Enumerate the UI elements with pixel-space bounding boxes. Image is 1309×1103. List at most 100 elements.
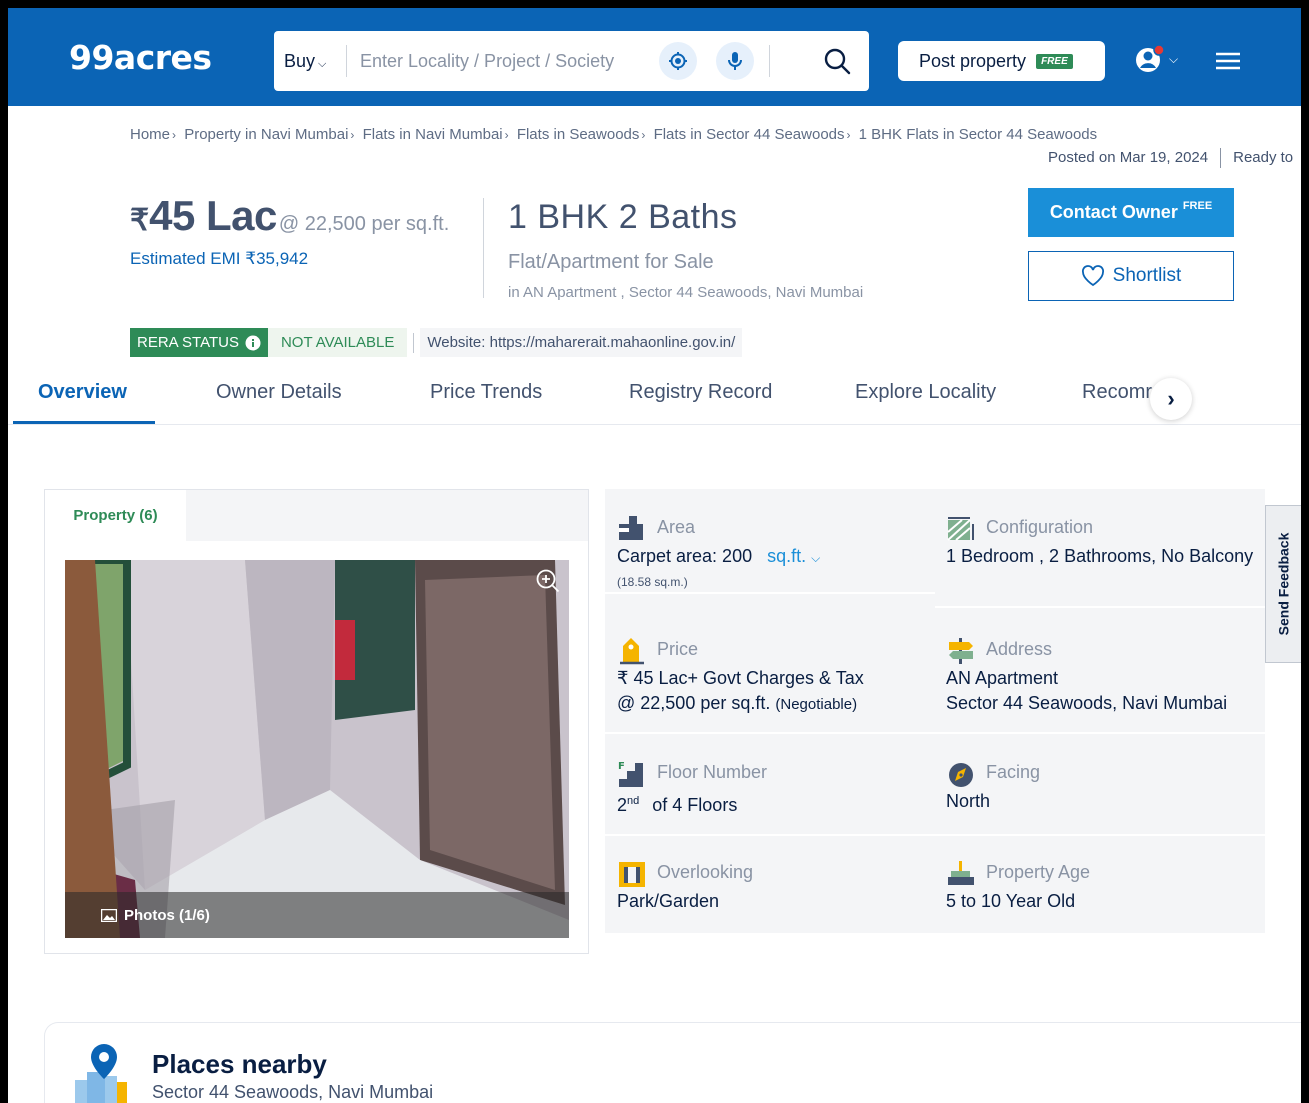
locate-me-button[interactable]	[659, 42, 697, 80]
places-nearby-card: Places nearby Sector 44 Seawoods, Navi M…	[44, 1022, 1301, 1103]
property-type: Flat/Apartment for Sale	[508, 251, 714, 273]
chevron-down-icon: ⌵	[318, 58, 327, 70]
property-age-value: 5 to 10 Year Old	[946, 891, 1076, 911]
photo-gallery: Property (6) Photos (1/6)	[44, 489, 589, 954]
hamburger-menu-button[interactable]	[1214, 50, 1244, 74]
carpet-area: Carpet area: 200	[617, 546, 753, 566]
property-age-label: Property Age	[986, 862, 1091, 882]
breadcrumb-link[interactable]: Property in Navi Mumbai	[184, 126, 348, 143]
posting-info: Posted on Mar 19, 2024 Ready to	[1048, 148, 1293, 168]
tab-registry-record[interactable]: Registry Record	[629, 381, 772, 404]
buy-dropdown[interactable]: Buy ⌵	[284, 51, 326, 72]
free-badge: FREE	[1036, 53, 1073, 69]
breadcrumb-link[interactable]: Flats in Seawoods	[517, 126, 640, 143]
area-value: Carpet area: 200 sq.ft. ⌵ (18.58 sq.m.)	[617, 544, 820, 593]
overlooking-value: Park/Garden	[617, 891, 720, 911]
tab-overview[interactable]: Overview	[38, 381, 127, 404]
property-age-icon	[948, 861, 974, 885]
buy-dropdown-label: Buy	[284, 51, 316, 71]
site-logo[interactable]: 99acres	[69, 38, 212, 77]
divider	[483, 198, 484, 298]
divider	[769, 45, 770, 77]
svg-text:F: F	[618, 761, 625, 772]
page: 99acres Buy⌵ Post property FREE ⌵	[8, 8, 1301, 1103]
price-per-sqft: @ 22,500 per sq.ft.	[278, 213, 450, 235]
tab-owner-details[interactable]: Owner Details	[216, 381, 342, 404]
tab-recommendations[interactable]: Recomr	[1082, 381, 1152, 404]
price-details: ₹ 45 Lac+ Govt Charges & Tax @ 22,500 pe…	[617, 666, 864, 717]
rera-info: RERA STATUS NOT AVAILABLE Website: https…	[130, 328, 743, 357]
search-input[interactable]	[360, 47, 645, 75]
configuration-title: 1 BHK 2 Baths	[508, 198, 738, 236]
places-nearby-subtitle: Sector 44 Seawoods, Navi Mumbai	[152, 1082, 434, 1102]
send-feedback-label: Send Feedback	[1275, 532, 1292, 636]
tabs-next-button[interactable]: ›	[1150, 378, 1192, 420]
search-button[interactable]	[819, 43, 855, 79]
city-location-icon	[75, 1044, 127, 1103]
divider	[605, 834, 1265, 836]
divider	[935, 606, 1265, 608]
places-nearby-title: Places nearby	[152, 1049, 327, 1079]
rera-status-badge[interactable]: RERA STATUS	[130, 328, 268, 357]
possession-status: Ready to	[1233, 148, 1294, 166]
photos-count[interactable]: Photos (1/6)	[65, 892, 569, 938]
property-photo[interactable]: Photos (1/6)	[65, 560, 569, 938]
address-line-1: AN Apartment	[946, 668, 1059, 688]
zoom-button[interactable]	[533, 566, 563, 596]
tab-property-photos[interactable]: Property (6)	[45, 490, 186, 541]
configuration-value: 1 Bedroom , 2 Bathrooms, No Balcony	[946, 546, 1254, 566]
price-per-sqft-detail: @ 22,500 per sq.ft.	[617, 693, 771, 713]
breadcrumb-link[interactable]: Flats in Sector 44 Seawoods	[654, 126, 845, 143]
chevron-down-icon: ⌵	[1169, 51, 1179, 66]
address-value: AN Apartment Sector 44 Seawoods, Navi Mu…	[946, 666, 1227, 716]
breadcrumb: Home › Property in Navi Mumbai › Flats in …	[130, 126, 1098, 143]
area-unit-dropdown[interactable]: sq.ft. ⌵	[767, 546, 820, 566]
price-tag-icon	[620, 638, 644, 665]
signpost-icon	[949, 638, 973, 664]
shortlist-label: Shortlist	[1112, 265, 1182, 286]
menu-icon	[1216, 52, 1240, 70]
tab-explore-locality[interactable]: Explore Locality	[855, 381, 996, 404]
search-bar: Buy ⌵	[274, 31, 869, 91]
send-feedback-button[interactable]: Send Feedback	[1265, 505, 1301, 663]
user-menu-button[interactable]: ⌵	[1135, 43, 1187, 75]
floor-label: Floor Number	[657, 762, 768, 782]
active-tab-indicator	[13, 421, 155, 424]
overlooking-label: Overlooking	[657, 862, 754, 882]
compass-icon	[949, 763, 973, 787]
floor-total: of 4 Floors	[652, 795, 738, 815]
tab-price-trends[interactable]: Price Trends	[430, 381, 542, 404]
rera-status-value: NOT AVAILABLE	[267, 328, 408, 357]
voice-search-button[interactable]	[716, 42, 754, 80]
divider	[605, 732, 1265, 734]
price-line-2: @ 22,500 per sq.ft. (Negotiable)	[617, 691, 864, 717]
price-heading: ₹45 Lac @ 22,500 per sq.ft.	[130, 192, 449, 240]
breadcrumb-link[interactable]: Flats in Navi Mumbai	[363, 126, 503, 143]
free-tag: FREE	[1182, 199, 1213, 212]
divider	[346, 45, 347, 77]
gallery-tabs: Property (6)	[45, 490, 588, 541]
chevron-right-icon: ›	[1167, 386, 1175, 411]
price-label: Price	[657, 639, 699, 659]
breadcrumb-link[interactable]: Home	[130, 126, 170, 143]
location-target-icon	[669, 52, 687, 70]
rera-website[interactable]: Website: https://maharerait.mahaonline.g…	[420, 328, 743, 357]
floor-number: 2	[617, 795, 628, 815]
contact-owner-button[interactable]: Contact Owner FREE	[1028, 188, 1234, 237]
image-icon	[101, 908, 117, 922]
microphone-icon	[728, 52, 742, 70]
emi-link[interactable]: Estimated EMI ₹35,942	[130, 249, 308, 269]
currency-symbol: ₹	[130, 204, 150, 237]
shortlist-button[interactable]: Shortlist	[1028, 251, 1234, 301]
breadcrumb-current[interactable]: 1 BHK Flats in Sector 44 Seawoods	[859, 126, 1097, 143]
post-property-button[interactable]: Post property FREE	[898, 41, 1105, 81]
floor-value: 2nd of 4 Floors	[617, 789, 737, 818]
area-unit: sq.ft.	[767, 546, 807, 566]
divider	[413, 332, 415, 353]
area-label: Area	[657, 517, 696, 537]
facing-value: North	[946, 791, 991, 811]
price-line-1: ₹ 45 Lac+ Govt Charges & Tax	[617, 668, 864, 688]
heart-icon	[1081, 265, 1104, 287]
contact-owner-label: Contact Owner	[1049, 202, 1178, 222]
area-icon	[619, 516, 643, 540]
